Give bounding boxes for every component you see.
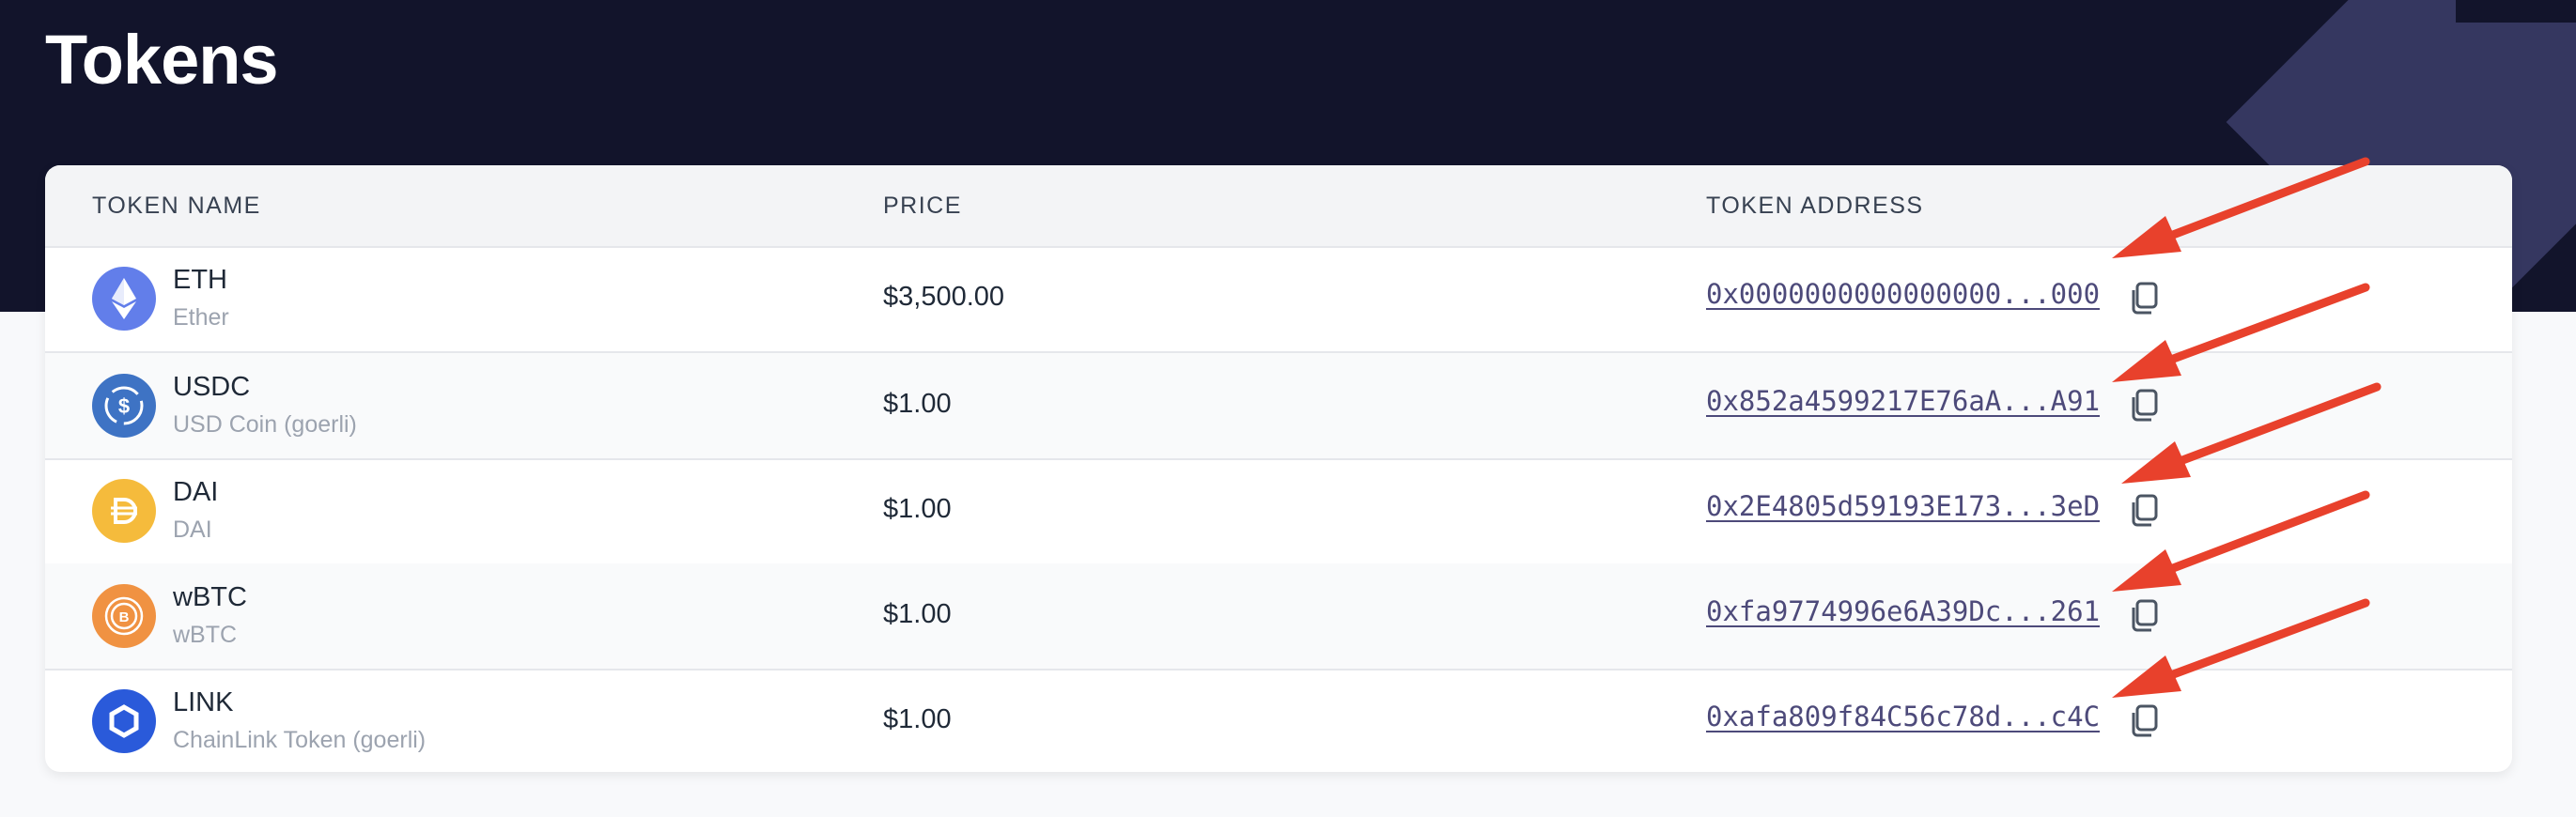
usdc-icon: $ <box>92 374 156 438</box>
table-row: B wBTC wBTC $1.00 0xfa9774996e6A39Dc...2… <box>45 563 2512 671</box>
token-symbol: ETH <box>173 265 227 295</box>
token-name: DAI <box>173 516 212 543</box>
token-price: $1.00 <box>883 704 952 734</box>
token-price: $3,500.00 <box>883 282 1005 312</box>
copy-icon[interactable] <box>2125 597 2163 635</box>
token-name: wBTC <box>173 622 238 648</box>
table-row: $ USDC USD Coin (goerli) $1.00 0x852a459… <box>45 353 2512 460</box>
svg-text:B: B <box>119 609 130 625</box>
page-title: Tokens <box>45 21 279 99</box>
svg-text:$: $ <box>118 394 130 418</box>
ethereum-icon <box>92 267 156 331</box>
table-row: LINK ChainLink Token (goerli) $1.00 0xaf… <box>45 669 2512 772</box>
token-price: $1.00 <box>883 599 952 629</box>
copy-icon[interactable] <box>2125 492 2163 530</box>
column-header-token-name: TOKEN NAME <box>92 193 261 219</box>
copy-icon[interactable] <box>2125 280 2163 317</box>
token-name: Ether <box>173 304 229 331</box>
token-address-link[interactable]: 0xfa9774996e6A39Dc...261 <box>1706 595 2100 627</box>
token-symbol: LINK <box>173 687 234 717</box>
dai-icon <box>92 479 156 543</box>
table-header: TOKEN NAME PRICE TOKEN ADDRESS <box>45 165 2512 248</box>
token-address-link[interactable]: 0xafa809f84C56c78d...c4C <box>1706 701 2100 732</box>
copy-icon[interactable] <box>2125 702 2163 740</box>
token-symbol: wBTC <box>173 582 247 612</box>
wbtc-icon: B <box>92 584 156 648</box>
token-name: ChainLink Token (goerli) <box>173 727 427 753</box>
token-price: $1.00 <box>883 494 952 524</box>
hero-decoration-notch <box>2456 0 2576 23</box>
token-price: $1.00 <box>883 389 952 419</box>
token-address-link[interactable]: 0x2E4805d59193E173...3eD <box>1706 490 2100 522</box>
token-address-link[interactable]: 0x0000000000000000...000 <box>1706 278 2100 310</box>
token-symbol: USDC <box>173 372 251 402</box>
column-header-token-address: TOKEN ADDRESS <box>1706 193 1924 219</box>
token-symbol: DAI <box>173 477 219 507</box>
column-header-price: PRICE <box>883 193 962 219</box>
token-name: USD Coin (goerli) <box>173 411 357 438</box>
token-address-link[interactable]: 0x852a4599217E76aA...A91 <box>1706 385 2100 417</box>
tokens-table: TOKEN NAME PRICE TOKEN ADDRESS ETH Ether… <box>45 165 2512 772</box>
copy-icon[interactable] <box>2125 387 2163 424</box>
table-row: DAI DAI $1.00 0x2E4805d59193E173...3eD <box>45 458 2512 565</box>
chainlink-icon <box>92 689 156 753</box>
table-row: ETH Ether $3,500.00 0x0000000000000000..… <box>45 246 2512 353</box>
